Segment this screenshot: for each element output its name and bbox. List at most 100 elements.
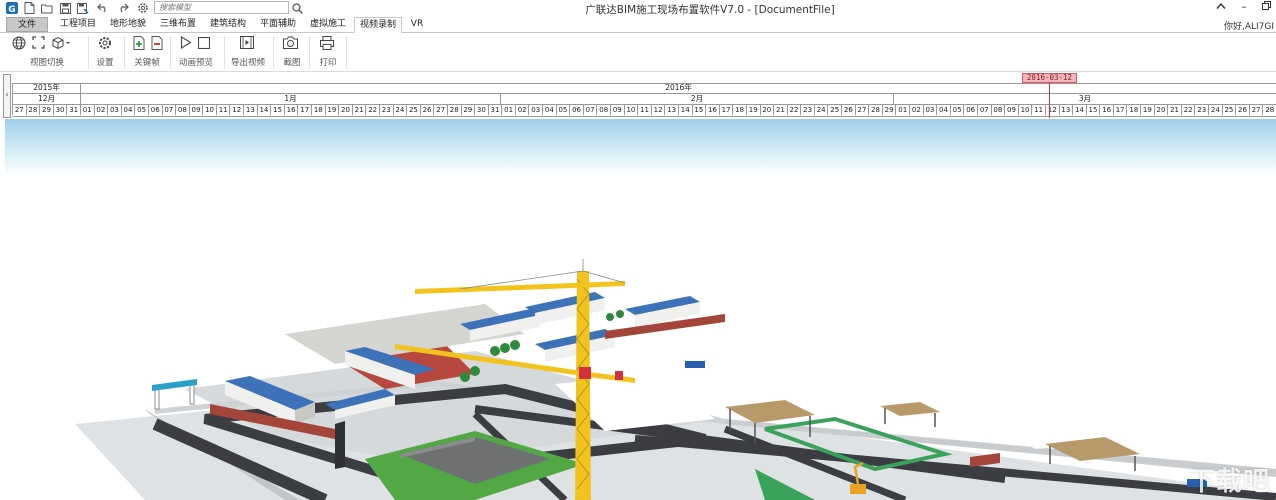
timeline-day[interactable]: 16 [705,105,719,115]
timeline-day[interactable]: 05 [134,105,148,115]
timeline-day[interactable]: 20 [1153,105,1168,115]
timeline-day[interactable]: 20 [338,105,352,115]
timeline-day[interactable]: 20 [759,105,774,115]
timeline-day[interactable]: 07 [976,105,991,115]
timeline-day[interactable]: 08 [596,105,610,115]
timeline-day[interactable]: 30 [474,105,488,115]
stop-icon[interactable] [197,36,211,52]
timeline-day[interactable]: 27 [1248,105,1263,115]
timeline-day[interactable]: 23 [800,105,814,115]
3d-viewport[interactable]: 下载吧 [5,119,1276,500]
tab-terrain[interactable]: 地形地貌 [106,17,150,32]
timeline-day[interactable]: 11 [637,105,651,115]
timeline-day[interactable]: 24 [392,105,407,115]
timeline-day[interactable]: 09 [188,105,203,115]
settings-button[interactable] [98,36,112,52]
timeline-day[interactable]: 29 [881,105,896,115]
tab-project[interactable]: 工程项目 [56,17,100,32]
current-date-marker[interactable]: 2016-03-12 [1022,73,1077,83]
timeline-day[interactable]: 23 [378,105,393,115]
timeline-day[interactable]: 17 [297,105,311,115]
timeline-day[interactable]: 15 [270,105,284,115]
timeline-day[interactable]: 22 [1180,105,1195,115]
app-logo-icon[interactable]: G [4,1,20,15]
timeline-day[interactable]: 24 [813,105,828,115]
timeline-day[interactable]: 06 [963,105,977,115]
tab-virtual-construction[interactable]: 虚拟施工 [306,17,350,32]
timeline-day[interactable]: 28 [446,105,461,115]
timeline-day[interactable]: 25 [827,105,841,115]
timeline-day[interactable]: 18 [732,105,746,115]
timeline-day[interactable]: 12 [229,105,243,115]
print-button[interactable] [320,35,334,52]
timeline-day[interactable]: 18 [311,105,325,115]
timeline-day[interactable]: 02 [93,105,108,115]
timeline-day[interactable]: 13 [664,105,678,115]
timeline-day[interactable]: 29 [460,105,475,115]
timeline-day[interactable]: 11 [1031,105,1045,115]
timeline-day[interactable]: 17 [718,105,733,115]
timeline-day[interactable]: 01 [895,105,909,115]
timeline-day[interactable]: 01 [501,105,515,115]
timeline-day[interactable]: 16 [1099,105,1113,115]
timeline-day[interactable]: 28 [1262,105,1276,115]
timeline-day[interactable]: 10 [1017,105,1032,115]
tab-plan-assist[interactable]: 平面辅助 [256,17,300,32]
timeline-day[interactable]: 01 [79,105,94,115]
timeline-day[interactable]: 21 [1167,105,1181,115]
tab-building-structure[interactable]: 建筑结构 [206,17,250,32]
timeline-day[interactable]: 03 [922,105,937,115]
gear-icon[interactable] [136,1,150,15]
timeline-day[interactable]: 04 [542,105,556,115]
timeline-day[interactable]: 14 [677,105,692,115]
fullscreen-icon[interactable] [32,36,45,52]
timeline-day[interactable]: 13 [243,105,257,115]
timeline-day[interactable]: 26 [419,105,434,115]
timeline-day[interactable]: 22 [786,105,801,115]
tab-3d-layout[interactable]: 三维布置 [156,17,200,32]
timeline-day[interactable]: 02 [514,105,529,115]
timeline-day[interactable]: 28 [25,105,40,115]
timeline-day[interactable]: 22 [365,105,379,115]
timeline-day[interactable]: 15 [1085,105,1100,115]
timeline-day[interactable]: 31 [487,105,502,115]
timeline-day[interactable]: 19 [324,105,339,115]
timeline-day[interactable]: 06 [147,105,162,115]
timeline-day[interactable]: 09 [610,105,624,115]
search-icon[interactable] [290,1,304,15]
delete-keyframe-icon[interactable] [151,35,163,53]
timeline-scroll-left-button[interactable]: ‹ [3,74,11,118]
timeline-day[interactable]: 14 [256,105,271,115]
timeline-day[interactable]: 12 [1044,105,1059,115]
open-folder-icon[interactable] [40,1,54,15]
undo-icon[interactable] [96,1,110,15]
timeline-day[interactable]: 14 [1072,105,1086,115]
timeline-day[interactable]: 27 [12,105,26,115]
timeline-day[interactable]: 18 [1126,105,1140,115]
timeline-day[interactable]: 27 [433,105,447,115]
play-icon[interactable] [180,36,192,52]
timeline-day[interactable]: 03 [528,105,542,115]
timeline-day[interactable]: 27 [854,105,869,115]
timeline-day[interactable]: 08 [990,105,1005,115]
collapse-ribbon-icon[interactable] [1214,0,1228,14]
timeline-day[interactable]: 04 [120,105,135,115]
timeline-day[interactable]: 25 [406,105,420,115]
timeline-day[interactable]: 17 [1112,105,1127,115]
timeline-day[interactable]: 10 [202,105,216,115]
timeline-day[interactable]: 19 [1140,105,1154,115]
timeline-day[interactable]: 13 [1058,105,1073,115]
redo-icon[interactable] [116,1,130,15]
minimize-button[interactable]: – [1238,0,1250,14]
timeline-day[interactable]: 25 [1221,105,1236,115]
timeline-day[interactable]: 07 [161,105,176,115]
timeline-day[interactable]: 31 [66,105,80,115]
timeline-day[interactable]: 12 [650,105,665,115]
new-file-icon[interactable] [22,1,36,15]
globe-icon[interactable] [12,36,26,53]
timeline-day[interactable]: 16 [283,105,298,115]
tab-file[interactable]: 文件 [6,17,48,32]
search-model-input[interactable] [154,1,289,14]
user-greeting[interactable]: 你好,ALI7GI [1224,19,1274,32]
add-keyframe-icon[interactable] [133,35,145,53]
